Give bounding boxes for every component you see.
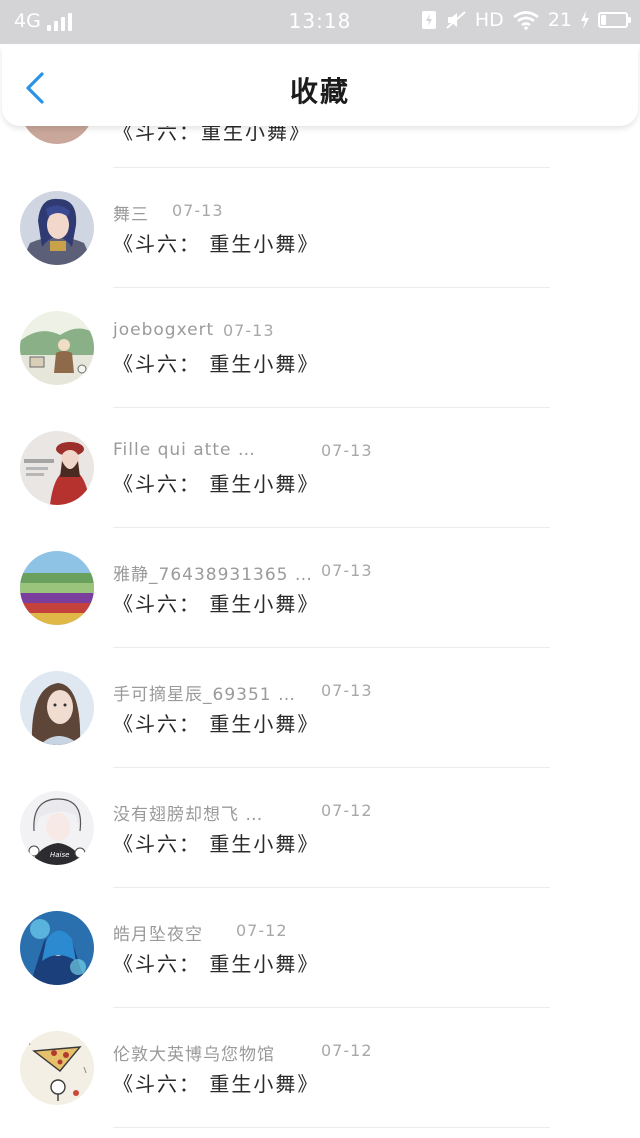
book-title[interactable]: 《斗六： 重生小舞》	[113, 1068, 319, 1097]
timestamp: 07-13	[321, 441, 373, 460]
svg-text:Haise: Haise	[50, 851, 69, 859]
screen: 4G 13:18 HD 21 《斗六：重生小舞》 舞三 07-13 《斗六： 重…	[0, 0, 640, 1138]
timestamp: 07-13	[172, 201, 224, 220]
hd-indicator: HD	[474, 9, 504, 31]
avatar-girl-red-hat[interactable]	[20, 431, 94, 505]
username[interactable]: 皓月坠夜空	[113, 920, 203, 945]
list-item[interactable]: 手可摘星辰_69351 … 07-13 《斗六： 重生小舞》	[0, 648, 640, 768]
timestamp: 07-13	[321, 681, 373, 700]
book-title[interactable]: 《斗六： 重生小舞》	[113, 708, 319, 737]
page-title: 收藏	[289, 75, 350, 108]
username[interactable]: 手可摘星辰_69351 …	[113, 680, 296, 705]
status-icons: HD 21	[421, 9, 631, 31]
list-item[interactable]: 舞三 07-13 《斗六： 重生小舞》	[0, 168, 640, 288]
list-item[interactable]: Haise 没有翅膀却想飞 … 07-12 《斗六： 重生小舞》	[0, 768, 640, 888]
username[interactable]: joebogxert	[113, 320, 214, 340]
wifi-icon	[513, 11, 539, 30]
book-title[interactable]: 《斗六： 重生小舞》	[113, 948, 319, 977]
timestamp: 07-12	[321, 1041, 373, 1060]
book-title[interactable]: 《斗六： 重生小舞》	[113, 588, 319, 617]
book-title[interactable]: 《斗六： 重生小舞》	[113, 828, 319, 857]
divider	[113, 1127, 550, 1128]
charging-sim-icon	[421, 11, 436, 29]
username[interactable]: 雅静_76438931365 …	[113, 560, 313, 585]
status-bar: 4G 13:18 HD 21	[0, 0, 640, 44]
list-item[interactable]: 雅静_76438931365 … 07-13 《斗六： 重生小舞》	[0, 528, 640, 648]
list-item[interactable]: 皓月坠夜空 07-12 《斗六： 重生小舞》	[0, 888, 640, 1008]
list-item[interactable]: 伦敦大英博乌您物馆 07-12 《斗六： 重生小舞》	[0, 1008, 640, 1128]
battery-fill	[601, 15, 606, 25]
charging-bolt-icon	[581, 11, 589, 29]
list-item[interactable]: joebogxert 07-13 《斗六： 重生小舞》	[0, 288, 640, 408]
timestamp: 07-12	[321, 801, 373, 820]
timestamp: 07-13	[223, 321, 275, 340]
battery-icon	[598, 12, 631, 28]
username[interactable]: 舞三	[113, 200, 149, 225]
book-title[interactable]: 《斗六： 重生小舞》	[113, 228, 319, 257]
username[interactable]: 没有翅膀却想飞 …	[113, 800, 263, 825]
mute-icon	[446, 11, 466, 29]
avatar-knight[interactable]	[20, 191, 94, 265]
battery-percent: 21	[547, 9, 572, 31]
avatar-pizza-doodle[interactable]	[20, 1031, 94, 1105]
avatar-blue-warrior[interactable]	[20, 911, 94, 985]
book-title[interactable]: 《斗六： 重生小舞》	[113, 468, 319, 497]
avatar-landscape-cartoon[interactable]	[20, 311, 94, 385]
timestamp: 07-12	[236, 921, 288, 940]
avatar-flower-field[interactable]	[20, 551, 94, 625]
book-title[interactable]: 《斗六： 重生小舞》	[113, 348, 319, 377]
avatar-anime-boy[interactable]: Haise	[20, 791, 94, 865]
username[interactable]: Fille qui atte …	[113, 440, 256, 460]
list-item[interactable]: Fille qui atte … 07-13 《斗六： 重生小舞》	[0, 408, 640, 528]
username[interactable]: 伦敦大英博乌您物馆	[113, 1040, 275, 1065]
nav-header: 收藏	[2, 46, 638, 126]
timestamp: 07-13	[321, 561, 373, 580]
favorites-list: 《斗六：重生小舞》 舞三 07-13 《斗六： 重生小舞》 joebogxert 07-…	[0, 48, 640, 1128]
avatar-girl-portrait[interactable]	[20, 671, 94, 745]
